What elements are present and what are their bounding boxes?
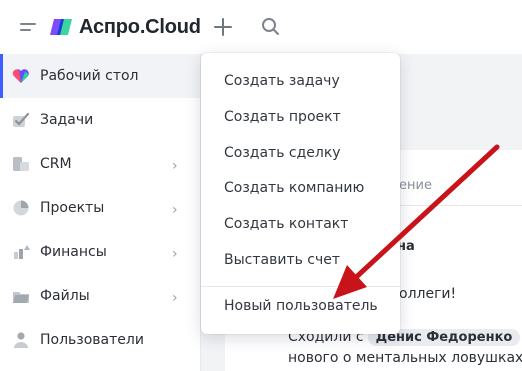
sidebar-item-label: Пользователи [40, 332, 144, 348]
search-button[interactable] [259, 15, 283, 39]
dashboard-icon [12, 69, 29, 83]
sidebar-item-label: Рабочий стол [40, 68, 139, 84]
plus-icon [214, 18, 232, 36]
menu-item-create-contact[interactable]: Создать контакт [201, 207, 400, 241]
sidebar-item-files[interactable]: Файлы › [0, 274, 200, 318]
users-icon [14, 332, 28, 348]
projects-icon [13, 200, 29, 216]
sidebar-item-tasks[interactable]: Задачи [0, 98, 200, 142]
files-icon [13, 292, 29, 303]
post-greeting: оллеги! [399, 286, 457, 302]
sidebar-item-projects[interactable]: Проекты › [0, 186, 200, 230]
post-text-line: нового о ментальных ловушках и [288, 350, 522, 366]
crm-icon [13, 157, 29, 171]
finance-icon [14, 245, 30, 259]
chevron-right-icon: › [172, 202, 178, 218]
sidebar-item-dashboard[interactable]: Рабочий стол [0, 54, 200, 98]
create-button[interactable] [210, 14, 236, 40]
sidebar-item-label: CRM [40, 156, 72, 172]
sidebar: Рабочий стол Задачи CRM › Проекты › Фина… [0, 54, 201, 371]
menu-item-create-company[interactable]: Создать компанию [201, 171, 400, 205]
menu-item-issue-invoice[interactable]: Выставить счет [201, 243, 400, 277]
sidebar-item-crm[interactable]: CRM › [0, 142, 200, 186]
search-icon [262, 18, 279, 35]
sidebar-item-label: Финансы [40, 244, 107, 260]
sidebar-item-label: Проекты [40, 200, 105, 216]
create-menu: Создать задачу Создать проект Создать сд… [201, 53, 400, 334]
logo-icon [50, 19, 72, 35]
app-logo[interactable]: Аспро.Cloud [48, 13, 201, 41]
menu-item-create-task[interactable]: Создать задачу [201, 64, 400, 98]
sidebar-item-users[interactable]: Пользователи [0, 318, 200, 362]
top-bar: Аспро.Cloud [0, 0, 522, 54]
chevron-right-icon: › [172, 290, 178, 306]
menu-toggle-icon[interactable] [20, 20, 38, 34]
sidebar-item-label: Задачи [40, 112, 94, 128]
sidebar-item-label: Файлы [40, 288, 90, 304]
menu-item-create-deal[interactable]: Создать сделку [201, 136, 400, 170]
tasks-icon [13, 112, 30, 127]
chevron-right-icon: › [172, 246, 178, 262]
menu-divider [201, 286, 400, 287]
chevron-right-icon: › [172, 158, 178, 174]
feed-tab[interactable]: ение [399, 178, 432, 193]
app-name: Аспро.Cloud [79, 15, 201, 38]
sidebar-item-finance[interactable]: Финансы › [0, 230, 200, 274]
menu-item-new-user[interactable]: Новый пользователь [201, 289, 400, 323]
menu-item-create-project[interactable]: Создать проект [201, 100, 400, 134]
